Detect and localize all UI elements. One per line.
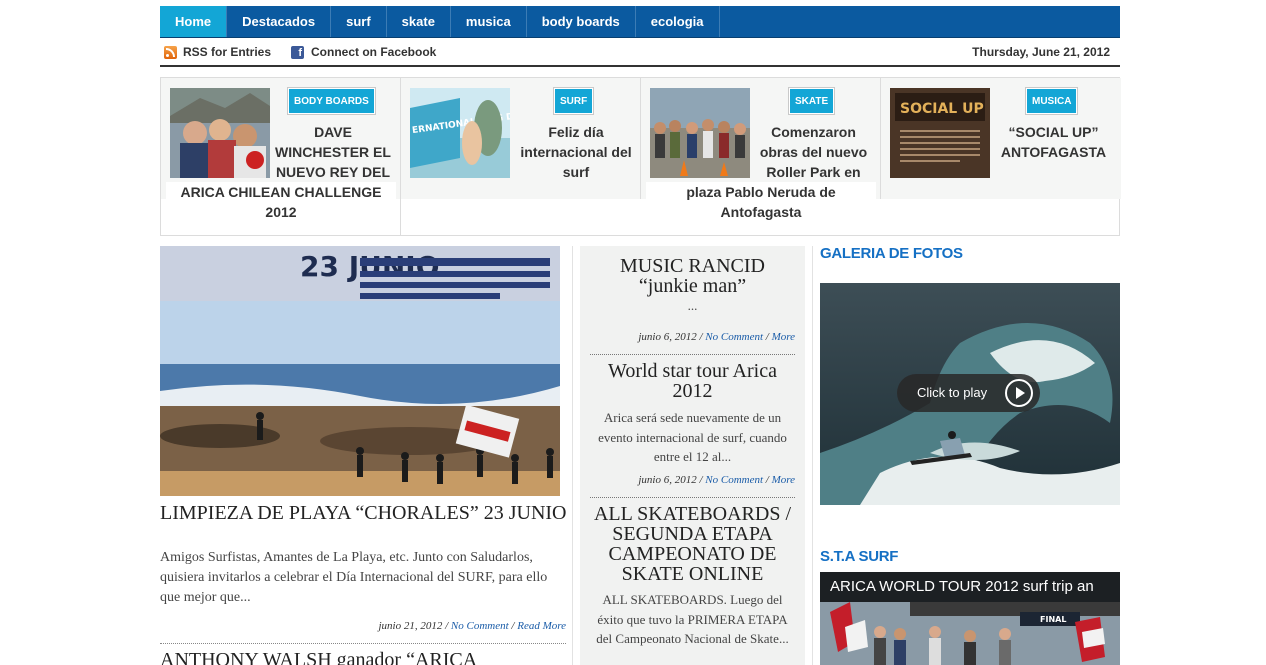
next-post-title[interactable]: ANTHONY WALSH ganador “ARICA <box>160 650 570 665</box>
click-to-play-button[interactable]: Click to play <box>897 374 1040 412</box>
column-divider <box>812 246 813 665</box>
top-bar: RSS for Entries f Connect on Facebook Th… <box>160 38 1120 67</box>
video-title[interactable]: ARICA WORLD TOUR 2012 surf trip an <box>820 572 1120 602</box>
category-badge[interactable]: BODY BOARDS <box>287 87 376 115</box>
facebook-label: Connect on Facebook <box>311 45 437 59</box>
more-link[interactable]: More <box>772 331 795 343</box>
recent-post-title[interactable]: World star tour Arica 2012 <box>590 361 795 401</box>
recent-posts-column: MUSIC RANCID “junkie man” ... junio 6, 2… <box>580 246 805 665</box>
recent-post: ALL SKATEBOARDS / SEGUNDA ETAPA CAMPEONA… <box>590 504 795 649</box>
gallery-widget-title: GALERIA DE FOTOS <box>820 245 963 262</box>
play-icon <box>1005 379 1033 407</box>
comments-link[interactable]: No Comment <box>705 331 763 343</box>
rss-icon <box>164 45 177 59</box>
featured-item[interactable]: SKATE Comenzaron obras del nuevo Roller … <box>641 78 881 232</box>
featured-item[interactable]: SOCIAL UP MUSICA “SOCIAL UP” ANTOFAGASTA <box>881 78 1121 199</box>
nav-body-boards[interactable]: body boards <box>527 6 636 37</box>
photo-gallery[interactable]: Click to play <box>820 283 1120 505</box>
post-date: junio 6, 2012 <box>638 474 697 486</box>
rss-link[interactable]: RSS for Entries <box>164 45 271 59</box>
recent-post-title[interactable]: ALL SKATEBOARDS / SEGUNDA ETAPA CAMPEONA… <box>590 504 795 584</box>
divider <box>590 497 795 498</box>
divider <box>590 354 795 355</box>
featured-thumb-skate[interactable] <box>650 88 750 178</box>
main-post-title[interactable]: LIMPIEZA DE PLAYA “CHORALES” 23 JUNIO <box>160 503 570 524</box>
facebook-link[interactable]: f Connect on Facebook <box>291 45 436 59</box>
image-date-label: 23 JUNIO <box>300 250 440 283</box>
category-badge[interactable]: SURF <box>552 87 595 115</box>
sta-surf-widget-title: S.T.A SURF <box>820 548 899 565</box>
featured-title[interactable]: ARICA CHILEAN CHALLENGE 2012 <box>166 182 396 232</box>
play-label: Click to play <box>917 385 988 400</box>
featured-title[interactable]: DAVE <box>268 122 398 142</box>
video-embed[interactable]: FINAL ARICA WORLD TOUR 2012 surf trip an <box>820 572 1120 665</box>
main-post-excerpt: Amigos Surfistas, Amantes de La Playa, e… <box>160 550 548 605</box>
featured-thumb-social-up[interactable]: SOCIAL UP <box>890 88 990 178</box>
recent-post: MUSIC RANCID “junkie man” ... <box>590 256 795 313</box>
recent-post-excerpt: ALL SKATEBOARDS. Luego del éxito que tuv… <box>596 592 789 646</box>
featured-title[interactable]: Feliz día internacional del surf <box>516 122 636 182</box>
featured-item[interactable]: ERNATIONAL FING DAY SURF Feliz día inter… <box>401 78 641 199</box>
featured-thumb-surf-day[interactable]: ERNATIONAL FING DAY <box>410 88 510 178</box>
thumb-caption: SOCIAL UP <box>900 101 984 117</box>
comments-link[interactable]: No Comment <box>705 474 763 486</box>
more-link[interactable]: More <box>772 474 795 486</box>
column-divider <box>572 246 573 665</box>
featured-slider: BODY BOARDS DAVE WINCHESTER EL NUEVO REY… <box>160 77 1121 236</box>
featured-title[interactable]: “SOCIAL UP” ANTOFAGASTA <box>991 122 1116 162</box>
featured-title[interactable]: Comenzaron obras del nuevo Roller Park e… <box>751 122 876 182</box>
current-date: Thursday, June 21, 2012 <box>972 45 1110 59</box>
recent-post: World star tour Arica 2012 Arica será se… <box>590 361 795 467</box>
meta-separator: / <box>445 620 449 632</box>
main-post-image[interactable]: 23 JUNIO <box>160 246 560 496</box>
nav-surf[interactable]: surf <box>331 6 387 37</box>
divider <box>160 643 566 644</box>
meta-separator: / <box>511 620 515 632</box>
main-nav: Home Destacados surf skate musica body b… <box>160 6 1120 38</box>
featured-thumb-bodyboard[interactable] <box>170 88 270 178</box>
nav-ecologia[interactable]: ecologia <box>636 6 720 37</box>
main-post-meta: junio 21, 2012 / No Comment / Read More <box>160 620 566 632</box>
post-date: junio 21, 2012 <box>378 620 443 632</box>
facebook-icon: f <box>291 45 304 59</box>
rss-label: RSS for Entries <box>183 45 272 59</box>
recent-post-meta: junio 6, 2012 / No Comment / More <box>638 331 795 343</box>
recent-post-meta: junio 6, 2012 / No Comment / More <box>638 474 795 486</box>
category-badge[interactable]: MUSICA <box>1024 87 1079 115</box>
nav-destacados[interactable]: Destacados <box>227 6 332 37</box>
recent-post-title[interactable]: MUSIC RANCID “junkie man” <box>590 256 795 296</box>
video-badge: FINAL <box>1040 615 1066 624</box>
featured-item[interactable]: BODY BOARDS DAVE WINCHESTER EL NUEVO REY… <box>161 78 401 232</box>
recent-post-excerpt: ... <box>687 298 698 313</box>
featured-title[interactable]: plaza Pablo Neruda de Antofagasta <box>646 182 876 232</box>
recent-post-excerpt: Arica será sede nuevamente de un evento … <box>598 410 787 464</box>
nav-musica[interactable]: musica <box>451 6 527 37</box>
comments-link[interactable]: No Comment <box>451 620 509 632</box>
nav-skate[interactable]: skate <box>387 6 451 37</box>
featured-title[interactable]: WINCHESTER EL NUEVO REY DEL <box>268 142 398 182</box>
category-badge[interactable]: SKATE <box>787 87 836 115</box>
post-date: junio 6, 2012 <box>638 331 697 343</box>
nav-home[interactable]: Home <box>160 6 228 37</box>
read-more-link[interactable]: Read More <box>517 620 566 632</box>
